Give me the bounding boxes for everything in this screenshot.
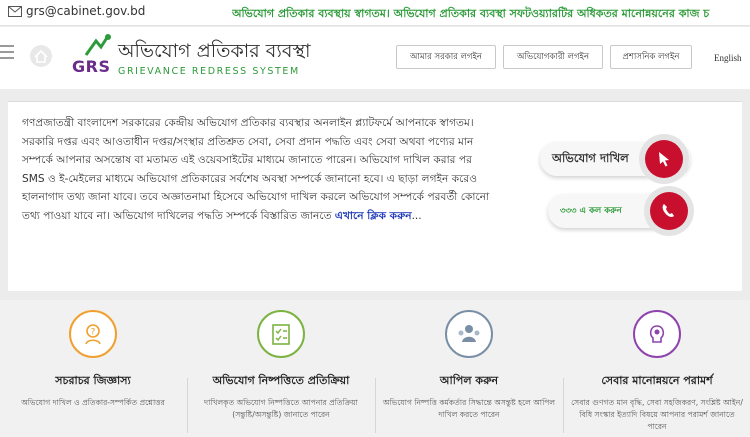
call-333-circle[interactable] (644, 186, 694, 236)
amar-sarkar-login-button[interactable]: আমার সরকার লগইন (396, 45, 496, 69)
welcome-link-suffix: ... (411, 209, 422, 222)
envelope-icon (8, 5, 22, 17)
feature-appeal[interactable]: আপিল করুন অভিযোগ নিষ্পত্তি কর্মকর্তার সি… (376, 300, 562, 437)
logo-mark-icon (84, 34, 111, 56)
feature-title: আপিল করুন (439, 374, 499, 387)
lightbulb-head-icon (633, 310, 681, 358)
header: GRS অভিযোগ প্রতিকার ব্যবস্থা GRIEVANCE R… (0, 27, 750, 89)
complainant-login-button[interactable]: অভিযোগকারী লগইন (503, 45, 603, 69)
feature-desc: অভিযোগ দাখিল ও প্রতিকার-সম্পর্কিত প্রশ্ন… (21, 398, 165, 407)
submit-complaint-label: অভিযোগ দাখিল (552, 150, 629, 165)
features-section: ? সচরাচর জিজ্ঞাস্য অভিযোগ দাখিল ও প্রতিক… (0, 300, 750, 437)
language-toggle[interactable]: English (714, 53, 742, 63)
email-text: grs@cabinet.gov.bd (26, 4, 146, 18)
logo-grs: GRS (72, 57, 111, 76)
svg-text:?: ? (91, 328, 96, 338)
feature-desc: দাখিলকৃত অভিযোগ নিষ্পত্তিতে আপনার প্রতিক… (204, 398, 358, 419)
feature-title: সেবার মানোন্নয়নে পরামর্শ (601, 374, 713, 387)
submit-complaint-circle[interactable] (639, 134, 689, 184)
feature-desc: সেবার গুণগত মান বৃদ্ধি, সেবা সহজিকরণ, সং… (571, 398, 743, 431)
call-333-label: ৩৩৩ এ কল করুন (560, 206, 622, 216)
feature-faq[interactable]: ? সচরাচর জিজ্ঞাস্য অভিযোগ দাখিল ও প্রতিক… (0, 300, 186, 437)
grs-logo[interactable]: GRS অভিযোগ প্রতিকার ব্যবস্থা GRIEVANCE R… (70, 33, 320, 83)
phone-icon (650, 192, 688, 230)
feature-suggestion[interactable]: সেবার মানোন্নয়নে পরামর্শ সেবার গুণগত মা… (564, 300, 750, 437)
welcome-panel: গণপ্রজাতন্ত্রী বাংলাদেশ সরকারের কেন্দ্রী… (8, 101, 742, 291)
feature-feedback[interactable]: অভিযোগ নিষ্পত্তিতে প্রতিক্রিয়া দাখিলকৃত… (188, 300, 374, 437)
admin-login-button[interactable]: প্রশাসনিক লগইন (610, 45, 692, 69)
feature-desc: অভিযোগ নিষ্পত্তি কর্মকর্তার সিদ্ধান্তে অ… (382, 398, 556, 419)
hamburger-menu-icon[interactable] (0, 45, 14, 61)
logo-title: অভিযোগ প্রতিকার ব্যবস্থা (118, 40, 311, 62)
logo-subtitle: GRIEVANCE REDRESS SYSTEM (118, 66, 300, 77)
cursor-click-icon (645, 140, 683, 178)
announcement-marquee: অভিযোগ প্রতিকার ব্যবস্থায় স্বাগতম। অভিয… (232, 7, 710, 20)
faq-person-icon: ? (69, 310, 117, 358)
checklist-icon (257, 310, 305, 358)
feature-title: অভিযোগ নিষ্পত্তিতে প্রতিক্রিয়া (212, 374, 350, 387)
email-contact[interactable]: grs@cabinet.gov.bd (8, 4, 145, 18)
welcome-body: গণপ্রজাতন্ত্রী বাংলাদেশ সরকারের কেন্দ্রী… (22, 117, 490, 222)
home-icon[interactable] (30, 45, 52, 67)
appeal-group-icon (445, 310, 493, 358)
feature-title: সচরাচর জিজ্ঞাস্য (55, 374, 131, 387)
welcome-text: গণপ্রজাতন্ত্রী বাংলাদেশ সরকারের কেন্দ্রী… (22, 114, 490, 226)
top-bar: grs@cabinet.gov.bd অভিযোগ প্রতিকার ব্যবস… (0, 0, 750, 26)
details-link[interactable]: এখানে ক্লিক করুন (335, 210, 412, 222)
